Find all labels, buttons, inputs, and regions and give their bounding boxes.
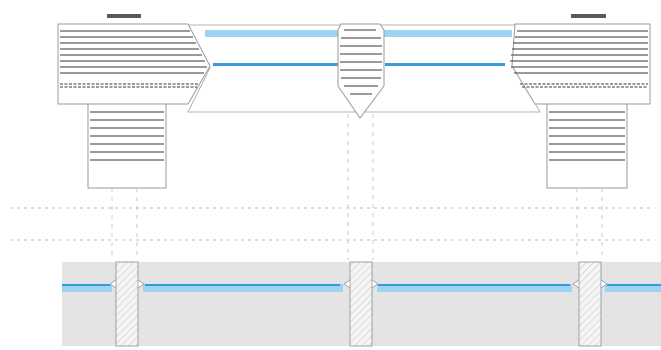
vertical-axis-guides [111,114,603,260]
top-plan-view [57,14,651,189]
left-column [87,103,167,189]
left-block-cap [107,14,141,18]
right-hatched-block [510,14,651,105]
right-column [546,103,628,189]
right-block-outline [511,23,651,105]
right-block-cap [571,14,606,18]
left-block-outline [57,23,211,105]
architectural-section-diagram [10,14,661,347]
light-blue-band-right [375,30,512,37]
left-column-outline [87,103,167,189]
right-column-outline [546,103,628,189]
bottom-elevation-view [62,261,661,347]
blue-line-left [213,63,340,66]
blue-line-right [385,63,505,66]
left-hatched-block [57,14,211,105]
light-blue-band-left [205,30,340,37]
